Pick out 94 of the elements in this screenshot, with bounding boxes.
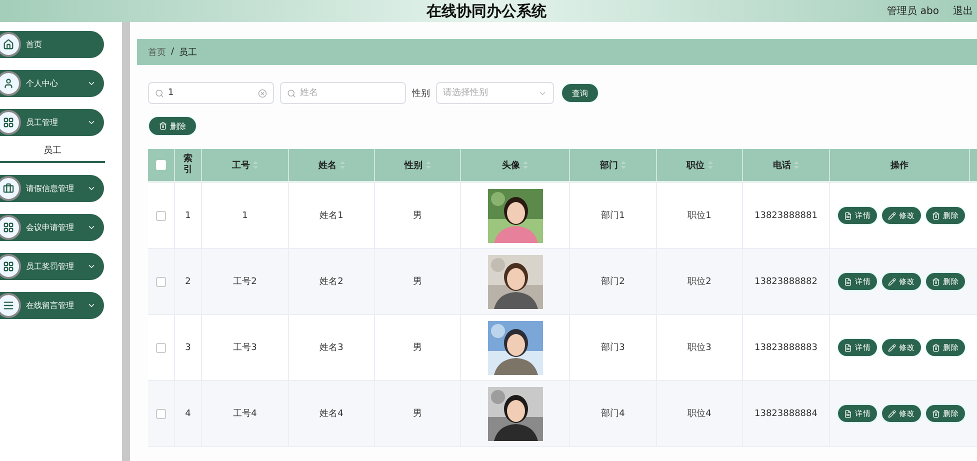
table-cell-text: 部门3 [601,342,625,354]
submenu-item[interactable]: 员工 [0,142,105,163]
table-cell: 3 [185,342,191,352]
sort-icon[interactable] [340,161,344,169]
document-icon [844,410,852,418]
employee-no-input[interactable]: 1 [168,88,254,98]
sidebar-item[interactable]: 会议申请管理 [0,214,104,241]
sidebar-item[interactable]: 员工奖罚管理 [0,253,104,280]
table-cell-text: 工号2 [233,276,257,288]
search-icon [287,88,296,98]
table-cell: 13823888884 [754,408,818,418]
sidebar-item[interactable]: 在线留言管理 [0,292,104,319]
pencil-icon [888,278,896,286]
grid-icon [3,117,14,128]
document-icon [844,344,852,352]
breadcrumb-separator: / [171,47,174,57]
sidebar-item[interactable]: 员工管理 [0,109,104,136]
clear-icon[interactable] [258,88,267,98]
table-cell-text: 部门1 [601,210,625,222]
row-checkbox[interactable] [156,342,166,352]
pencil-icon [888,410,896,418]
column-header: 部门 [600,159,618,172]
column-header: 职位 [686,160,704,172]
menu-icon [3,300,14,311]
sort-icon[interactable] [523,161,528,169]
select-all-checkbox[interactable] [156,160,166,170]
breadcrumb-item: 员工 [179,46,198,58]
table-cell-text: 姓名2 [320,276,344,288]
row-checkbox[interactable] [156,408,166,418]
trash-icon [932,410,940,418]
table-cell-text: 部门4 [601,408,625,420]
column-header: 头像 [502,159,520,172]
column-header: 姓名 [318,160,336,172]
name-input[interactable]: 姓名 [300,88,399,98]
sort-icon[interactable] [621,161,626,169]
table-cell: 1 [242,210,248,220]
table-cell-text: 男 [413,408,422,420]
splitter-bar[interactable] [122,22,130,461]
column-header: 操作 [890,160,908,172]
user-name: 管理员 abo [887,5,939,18]
column-header: 电话 [773,159,791,172]
sidebar-item[interactable]: 个人中心 [0,70,104,97]
table-cell-text: 姓名1 [320,210,344,222]
row-checkbox[interactable] [156,276,166,286]
user-icon [3,78,14,89]
logout-link[interactable]: 退出 [953,4,973,18]
column-header: 索引 [182,154,194,176]
employee-no-field[interactable]: 1 [148,82,274,104]
document-icon [844,212,852,220]
sort-icon[interactable] [426,161,430,169]
search-icon [155,88,164,98]
trash-icon [932,212,940,220]
table-cell-text: 姓名3 [320,342,344,354]
pencil-icon [888,344,896,352]
delete-button[interactable]: 删除 [149,117,196,135]
grid-icon [3,222,14,233]
sidebar-item[interactable]: 请假信息管理 [0,175,104,202]
search-button[interactable]: 查询 [562,84,598,102]
table-cell: 2 [185,276,191,286]
sort-icon[interactable] [794,161,799,169]
row-checkbox[interactable] [156,210,166,220]
table-cell-text: 职位4 [688,408,712,420]
sidebar-item[interactable]: 首页 [0,31,104,58]
name-field[interactable]: 姓名 [280,82,406,104]
table-cell: 13823888883 [754,342,818,352]
table-cell: 13823888881 [754,210,818,220]
trash-icon [159,122,167,130]
table-cell-text: 男 [413,342,422,354]
table-cell-text: 部门2 [601,276,625,288]
table-cell-text: 职位1 [688,210,712,222]
table-cell: 13823888882 [754,276,818,286]
gender-label: 性别 [412,88,430,100]
table-cell-text: 职位2 [688,276,712,288]
table-cell-text: 男 [413,276,422,288]
table-cell: 4 [185,408,191,418]
table-cell-text: 男 [413,210,422,222]
column-header: 工号 [232,160,250,172]
breadcrumb-item[interactable]: 首页 [148,46,166,58]
trash-icon [932,344,940,352]
briefcase-icon [3,183,14,194]
table-cell-text: 工号4 [233,408,257,420]
table-cell-text: 姓名4 [320,408,344,420]
home-icon [3,39,14,50]
pencil-icon [888,212,896,220]
table-cell: 1 [185,210,191,220]
grid-icon [3,261,14,272]
sort-icon[interactable] [253,161,258,169]
table-cell-text: 职位3 [688,342,712,354]
document-icon [844,278,852,286]
column-header: 性别 [404,160,422,172]
table-cell-text: 工号3 [233,342,257,354]
app-title: 在线协同办公系统 [426,2,546,20]
trash-icon [932,278,940,286]
sort-icon[interactable] [708,161,712,169]
